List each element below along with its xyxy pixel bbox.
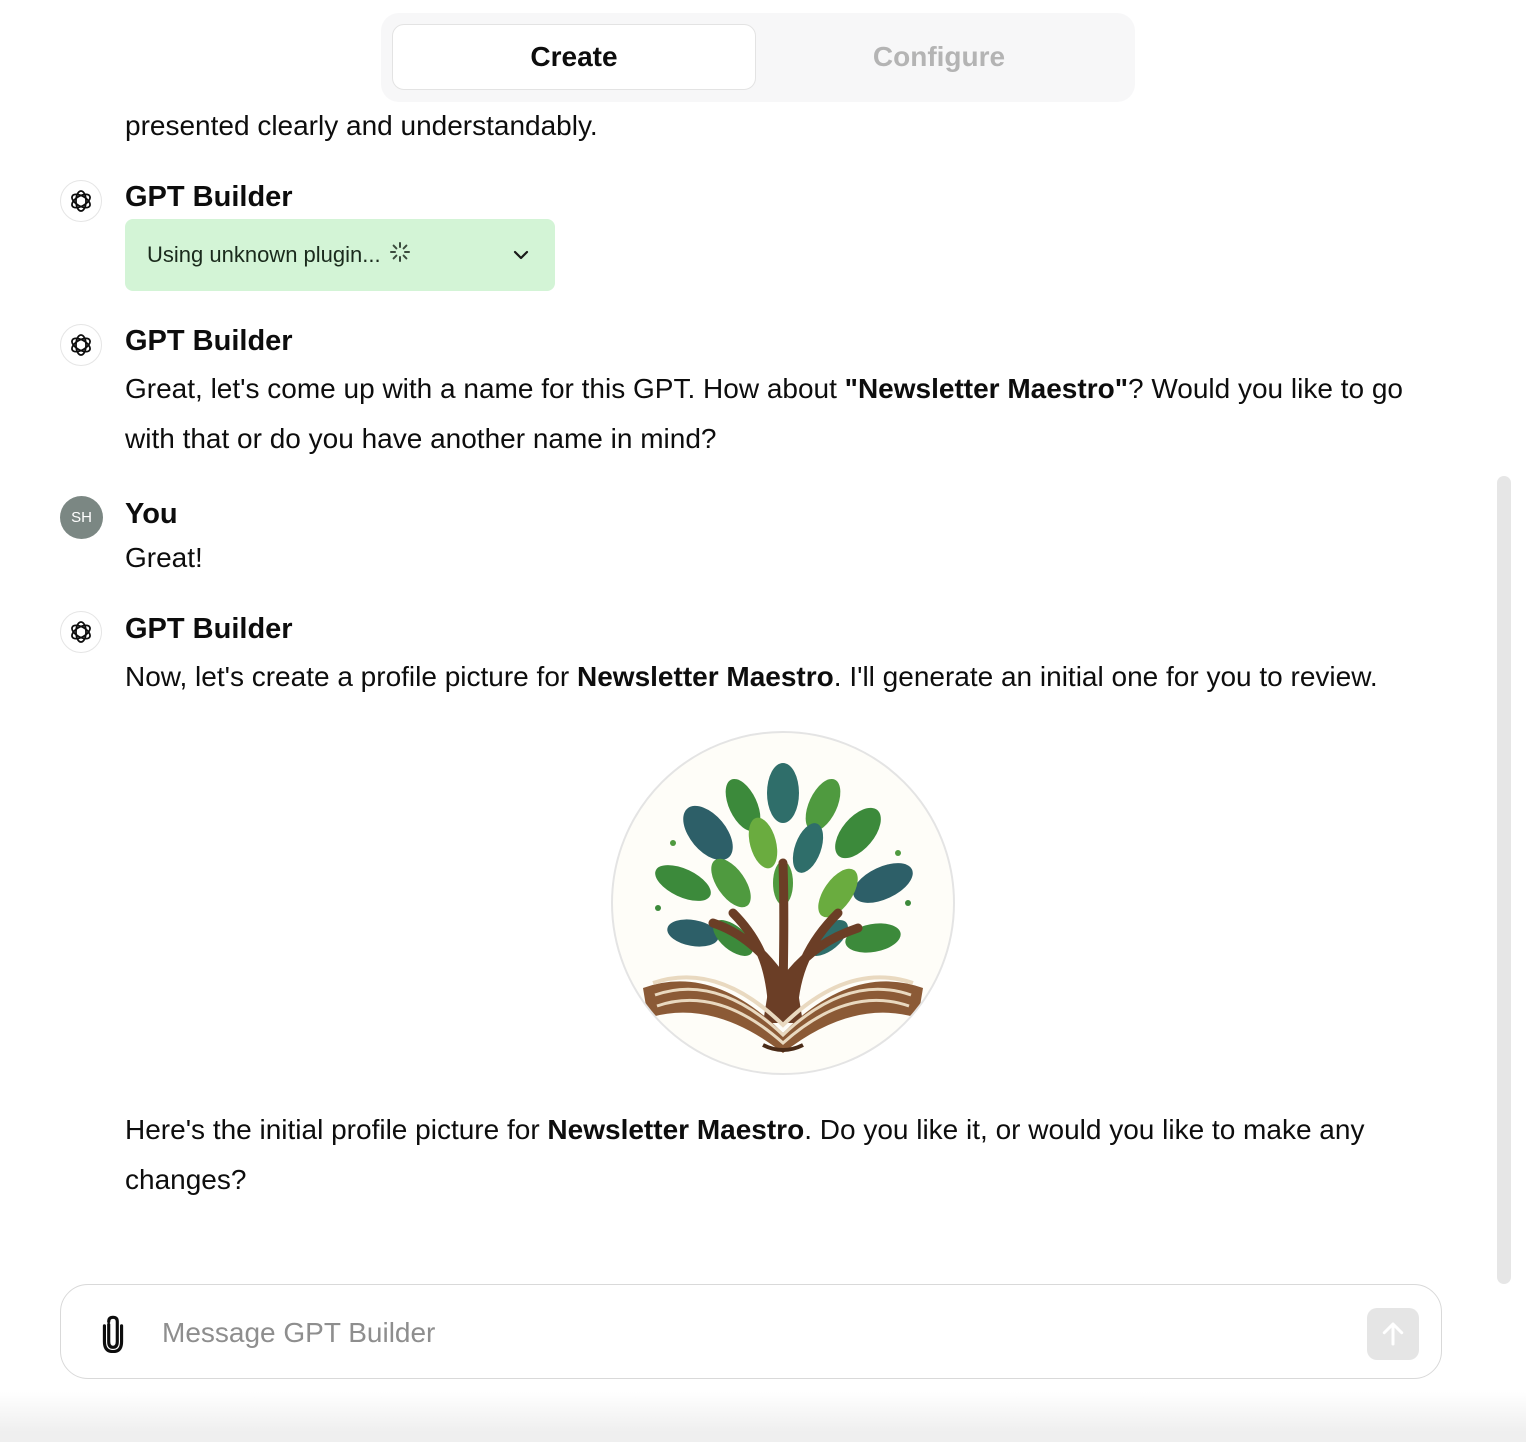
openai-logo-icon [71,334,91,356]
gpt-builder-page: Create Configure presented clearly and u… [0,0,1526,1442]
previous-message-tail: presented clearly and understandably. [125,110,598,141]
arrow-up-icon [1382,1322,1404,1346]
message-author: You [125,498,178,530]
paperclip-icon[interactable] [95,1313,131,1354]
scrollbar[interactable] [1497,476,1511,1284]
plugin-status-toggle[interactable]: Using unknown plugin... [125,219,555,291]
suggested-name: "Newsletter Maestro" [844,373,1128,404]
message-input[interactable] [160,1305,1344,1361]
message-author: GPT Builder [125,181,293,213]
gpt-builder-avatar [60,611,102,653]
spinner-icon [389,241,411,269]
message-text: Now, let's create a profile picture for [125,661,577,692]
gpt-builder-avatar [60,180,102,222]
message-text: Great, let's come up with a name for thi… [125,373,845,404]
message-text: Here's the initial profile picture for [125,1114,548,1145]
message-body: Now, let's create a profile picture for … [125,652,1455,702]
gpt-name: Newsletter Maestro [577,661,834,692]
message-body: Here's the initial profile picture for N… [125,1105,1455,1205]
tab-create[interactable]: Create [392,24,756,90]
bottom-fade [0,1392,1526,1442]
tab-configure[interactable]: Configure [757,24,1121,90]
message-author: GPT Builder [125,613,293,645]
user-avatar: SH [60,496,103,539]
message-body: Great! [125,542,203,573]
gpt-builder-avatar [60,324,102,366]
generated-profile-picture[interactable] [611,731,955,1075]
plugin-status-label: Using unknown plugin... [147,242,381,267]
message-body: Great, let's come up with a name for thi… [125,364,1455,464]
send-button[interactable] [1367,1308,1419,1360]
chevron-down-icon[interactable] [511,245,531,271]
openai-logo-icon [71,190,91,212]
mode-switcher: Create Configure [381,13,1135,102]
gpt-name: Newsletter Maestro [547,1114,805,1145]
tree-book-illustration [643,763,923,1053]
message-author: GPT Builder [125,325,293,357]
message-composer [60,1284,1442,1379]
message-text: . I'll generate an initial one for you t… [833,661,1378,692]
openai-logo-icon [71,621,91,643]
